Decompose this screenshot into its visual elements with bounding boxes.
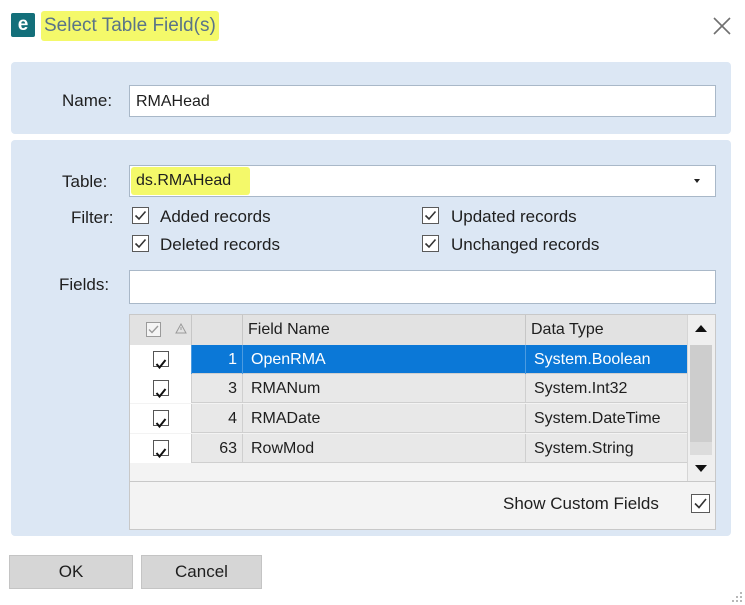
deleted-records-label: Deleted records: [160, 235, 281, 254]
table-row[interactable]: 1 OpenRMA System.Boolean: [130, 345, 687, 374]
row-data-type: System.Int32: [534, 380, 628, 397]
select-all-header[interactable]: [130, 315, 192, 345]
row-field-name: RMADate: [243, 404, 526, 433]
row-data-type: System.String: [534, 440, 634, 457]
row-checkbox[interactable]: [153, 351, 169, 370]
cancel-button[interactable]: Cancel: [141, 555, 262, 589]
dialog-title: Select Table Field(s): [44, 15, 216, 36]
checkmark-icon: [424, 238, 437, 249]
grid-divider: [130, 481, 715, 482]
row-field-name: RMANum: [243, 374, 526, 403]
name-label: Name:: [62, 91, 113, 110]
filter-label: Filter:: [71, 208, 114, 227]
row-field-name: OpenRMA: [243, 345, 526, 374]
table-label: Table:: [62, 172, 108, 191]
updated-records-checkbox[interactable]: [422, 207, 439, 224]
sort-triangle-icon: [175, 323, 187, 334]
table-row[interactable]: 3 RMANum System.Int32: [130, 374, 687, 403]
added-records-checkbox[interactable]: [132, 207, 149, 224]
show-custom-fields-label: Show Custom Fields: [503, 494, 659, 513]
row-check-cell[interactable]: [130, 345, 192, 374]
app-logo: e: [11, 13, 35, 37]
name-input-value: RMAHead: [136, 93, 210, 110]
checkmark-icon: [134, 210, 147, 221]
scroll-down-icon[interactable]: [687, 456, 715, 480]
column-header-num[interactable]: [192, 315, 243, 345]
checkmark-icon: [694, 498, 707, 509]
checkmark-icon: [155, 388, 167, 399]
row-check-cell[interactable]: [130, 434, 192, 463]
row-checkbox[interactable]: [153, 440, 169, 459]
checkmark-icon: [155, 448, 167, 459]
resize-grip-icon[interactable]: [730, 590, 744, 604]
table-select-value: ds.RMAHead: [136, 172, 232, 189]
grid-header: Field Name Data Type: [130, 315, 687, 345]
row-data-type: System.DateTime: [534, 410, 661, 427]
select-all-checkbox[interactable]: [146, 322, 161, 337]
fields-label: Fields:: [59, 275, 110, 294]
checkmark-icon: [134, 238, 147, 249]
ok-button[interactable]: OK: [9, 555, 133, 589]
close-icon[interactable]: [710, 14, 734, 38]
row-check-cell[interactable]: [130, 374, 192, 403]
scroll-track[interactable]: [690, 442, 712, 455]
updated-records-label: Updated records: [451, 207, 577, 226]
row-num: 1: [192, 345, 243, 374]
row-checkbox[interactable]: [153, 410, 169, 429]
column-header-data-type[interactable]: Data Type: [526, 315, 687, 345]
row-num: 3: [192, 374, 243, 403]
name-input[interactable]: [129, 85, 716, 117]
row-field-name: RowMod: [243, 434, 526, 463]
row-num: 63: [192, 434, 243, 463]
table-row[interactable]: 63 RowMod System.String: [130, 434, 687, 463]
deleted-records-checkbox[interactable]: [132, 235, 149, 252]
scroll-up-icon[interactable]: [687, 315, 715, 343]
added-records-label: Added records: [160, 207, 271, 226]
scroll-thumb[interactable]: [690, 345, 712, 442]
unchanged-records-label: Unchanged records: [451, 235, 600, 254]
checkmark-icon: [424, 210, 437, 221]
row-data-type: System.Boolean: [534, 351, 651, 368]
checkmark-icon: [155, 359, 167, 370]
checkmark-icon: [155, 418, 167, 429]
row-num: 4: [192, 404, 243, 433]
fields-input[interactable]: [129, 270, 716, 304]
row-check-cell[interactable]: [130, 404, 192, 433]
row-checkbox[interactable]: [153, 380, 169, 399]
table-row[interactable]: 4 RMADate System.DateTime: [130, 404, 687, 433]
app-logo-letter: e: [17, 14, 29, 35]
unchanged-records-checkbox[interactable]: [422, 235, 439, 252]
chevron-down-icon[interactable]: [691, 176, 703, 186]
show-custom-fields-checkbox[interactable]: [691, 494, 710, 513]
column-header-field-name[interactable]: Field Name: [243, 315, 526, 345]
